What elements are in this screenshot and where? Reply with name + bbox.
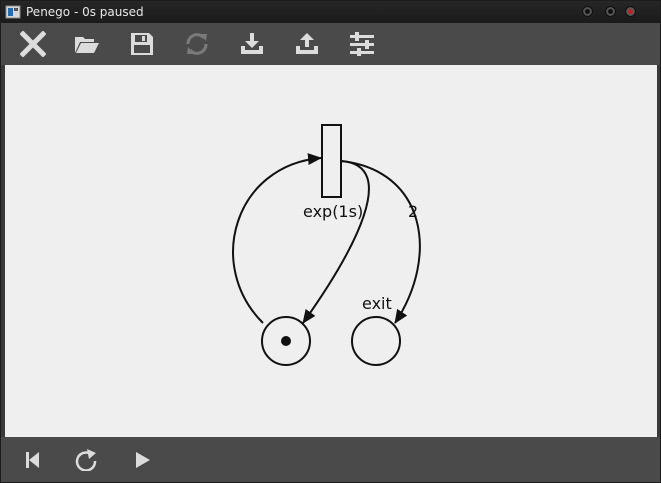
transition[interactable] bbox=[321, 124, 342, 198]
minimize-window-button[interactable] bbox=[582, 6, 593, 17]
skip-back-icon bbox=[26, 452, 39, 468]
toolbar bbox=[1, 23, 660, 65]
app-window: Penego - 0s paused exp(1s) 2 exit bbox=[0, 0, 661, 483]
save-icon bbox=[131, 33, 153, 55]
transition-label: exp(1s) bbox=[303, 202, 363, 221]
close-window-button[interactable] bbox=[625, 6, 636, 17]
maximize-window-button[interactable] bbox=[605, 6, 616, 17]
save-button[interactable] bbox=[127, 29, 157, 59]
step-button[interactable] bbox=[72, 445, 102, 475]
import-button[interactable] bbox=[237, 29, 267, 59]
title-bar[interactable]: Penego - 0s paused bbox=[1, 1, 660, 23]
close-button[interactable] bbox=[18, 29, 48, 59]
close-icon bbox=[20, 31, 46, 57]
upload-tray-icon bbox=[296, 33, 318, 54]
play-icon bbox=[136, 452, 150, 468]
arc-place-to-transition bbox=[232, 153, 322, 324]
download-tray-icon bbox=[241, 33, 263, 54]
export-button[interactable] bbox=[292, 29, 322, 59]
rewind-button[interactable] bbox=[17, 445, 47, 475]
petri-net-canvas[interactable]: exp(1s) 2 exit bbox=[5, 65, 657, 437]
redo-icon bbox=[75, 449, 97, 471]
exit-place-label: exit bbox=[362, 294, 392, 313]
folder-open-icon bbox=[75, 37, 99, 53]
reload-icon bbox=[186, 33, 208, 55]
settings-button[interactable] bbox=[347, 29, 377, 59]
token bbox=[281, 336, 291, 346]
sliders-icon bbox=[350, 32, 374, 56]
open-button[interactable] bbox=[72, 29, 102, 59]
playback-bar bbox=[1, 437, 660, 482]
exit-place[interactable] bbox=[351, 316, 401, 366]
arc-weight-label: 2 bbox=[408, 202, 418, 221]
reload-button[interactable] bbox=[182, 29, 212, 59]
petri-net-diagram: exp(1s) 2 exit bbox=[232, 124, 421, 366]
play-button[interactable] bbox=[127, 445, 157, 475]
window-title: Penego - 0s paused bbox=[26, 5, 144, 19]
app-icon bbox=[5, 5, 21, 19]
